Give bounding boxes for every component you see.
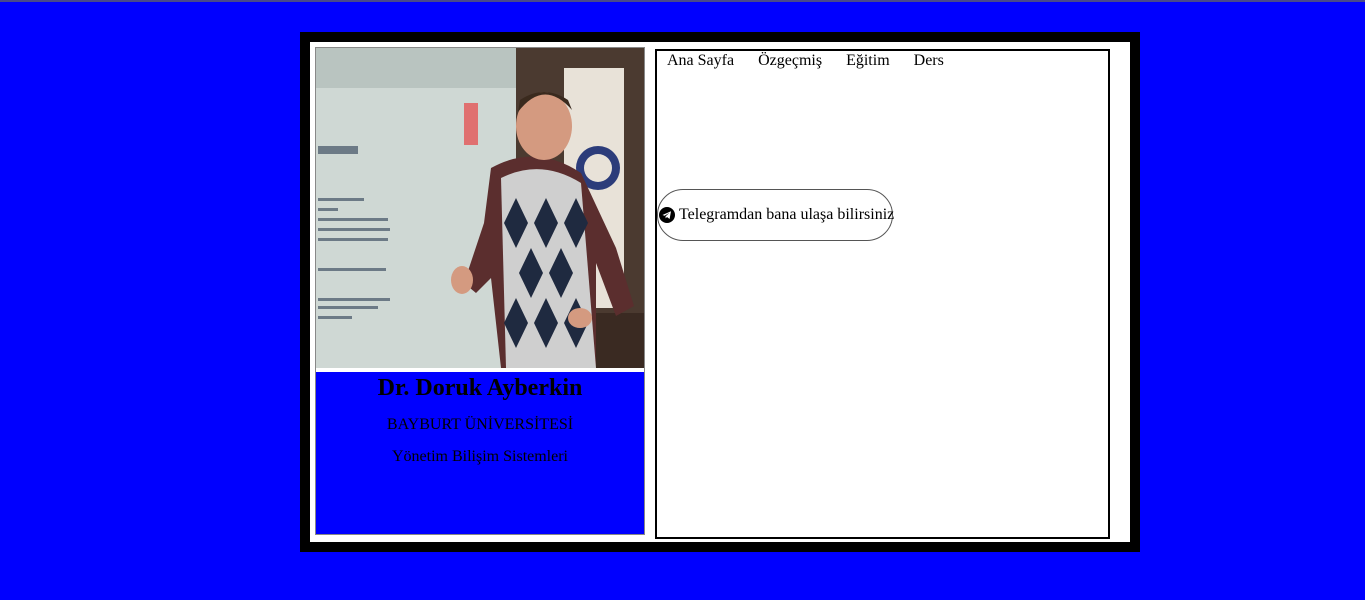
telegram-label: Telegramdan bana ulaşa bilirsiniz (679, 206, 895, 223)
telegram-button[interactable]: Telegramdan bana ulaşa bilirsiniz (657, 189, 895, 241)
nav-item-home[interactable]: Ana Sayfa (667, 51, 734, 71)
page-container: Dr. Doruk Ayberkin BAYBURT ÜNİVERSİTESİ … (310, 42, 1130, 542)
page-frame: Dr. Doruk Ayberkin BAYBURT ÜNİVERSİTESİ … (300, 32, 1140, 552)
main-nav: Ana Sayfa Özgeçmiş Eğitim Ders (667, 51, 944, 71)
telegram-icon (659, 207, 675, 223)
content-panel: Ana Sayfa Özgeçmiş Eğitim Ders Telegramd… (655, 49, 1110, 539)
profile-university: BAYBURT ÜNİVERSİTESİ (386, 416, 574, 433)
profile-photo (316, 48, 644, 368)
nav-item-education[interactable]: Eğitim (846, 51, 890, 71)
profile-department: Yönetim Bilişim Sistemleri (392, 448, 568, 465)
profile-name: Dr. Doruk Ayberkin (377, 375, 583, 401)
profile-card: Dr. Doruk Ayberkin BAYBURT ÜNİVERSİTESİ … (315, 47, 645, 535)
nav-item-courses[interactable]: Ders (914, 51, 944, 71)
top-border (0, 0, 1365, 2)
profile-info: Dr. Doruk Ayberkin BAYBURT ÜNİVERSİTESİ … (316, 372, 644, 534)
nav-item-cv[interactable]: Özgeçmiş (758, 51, 822, 71)
